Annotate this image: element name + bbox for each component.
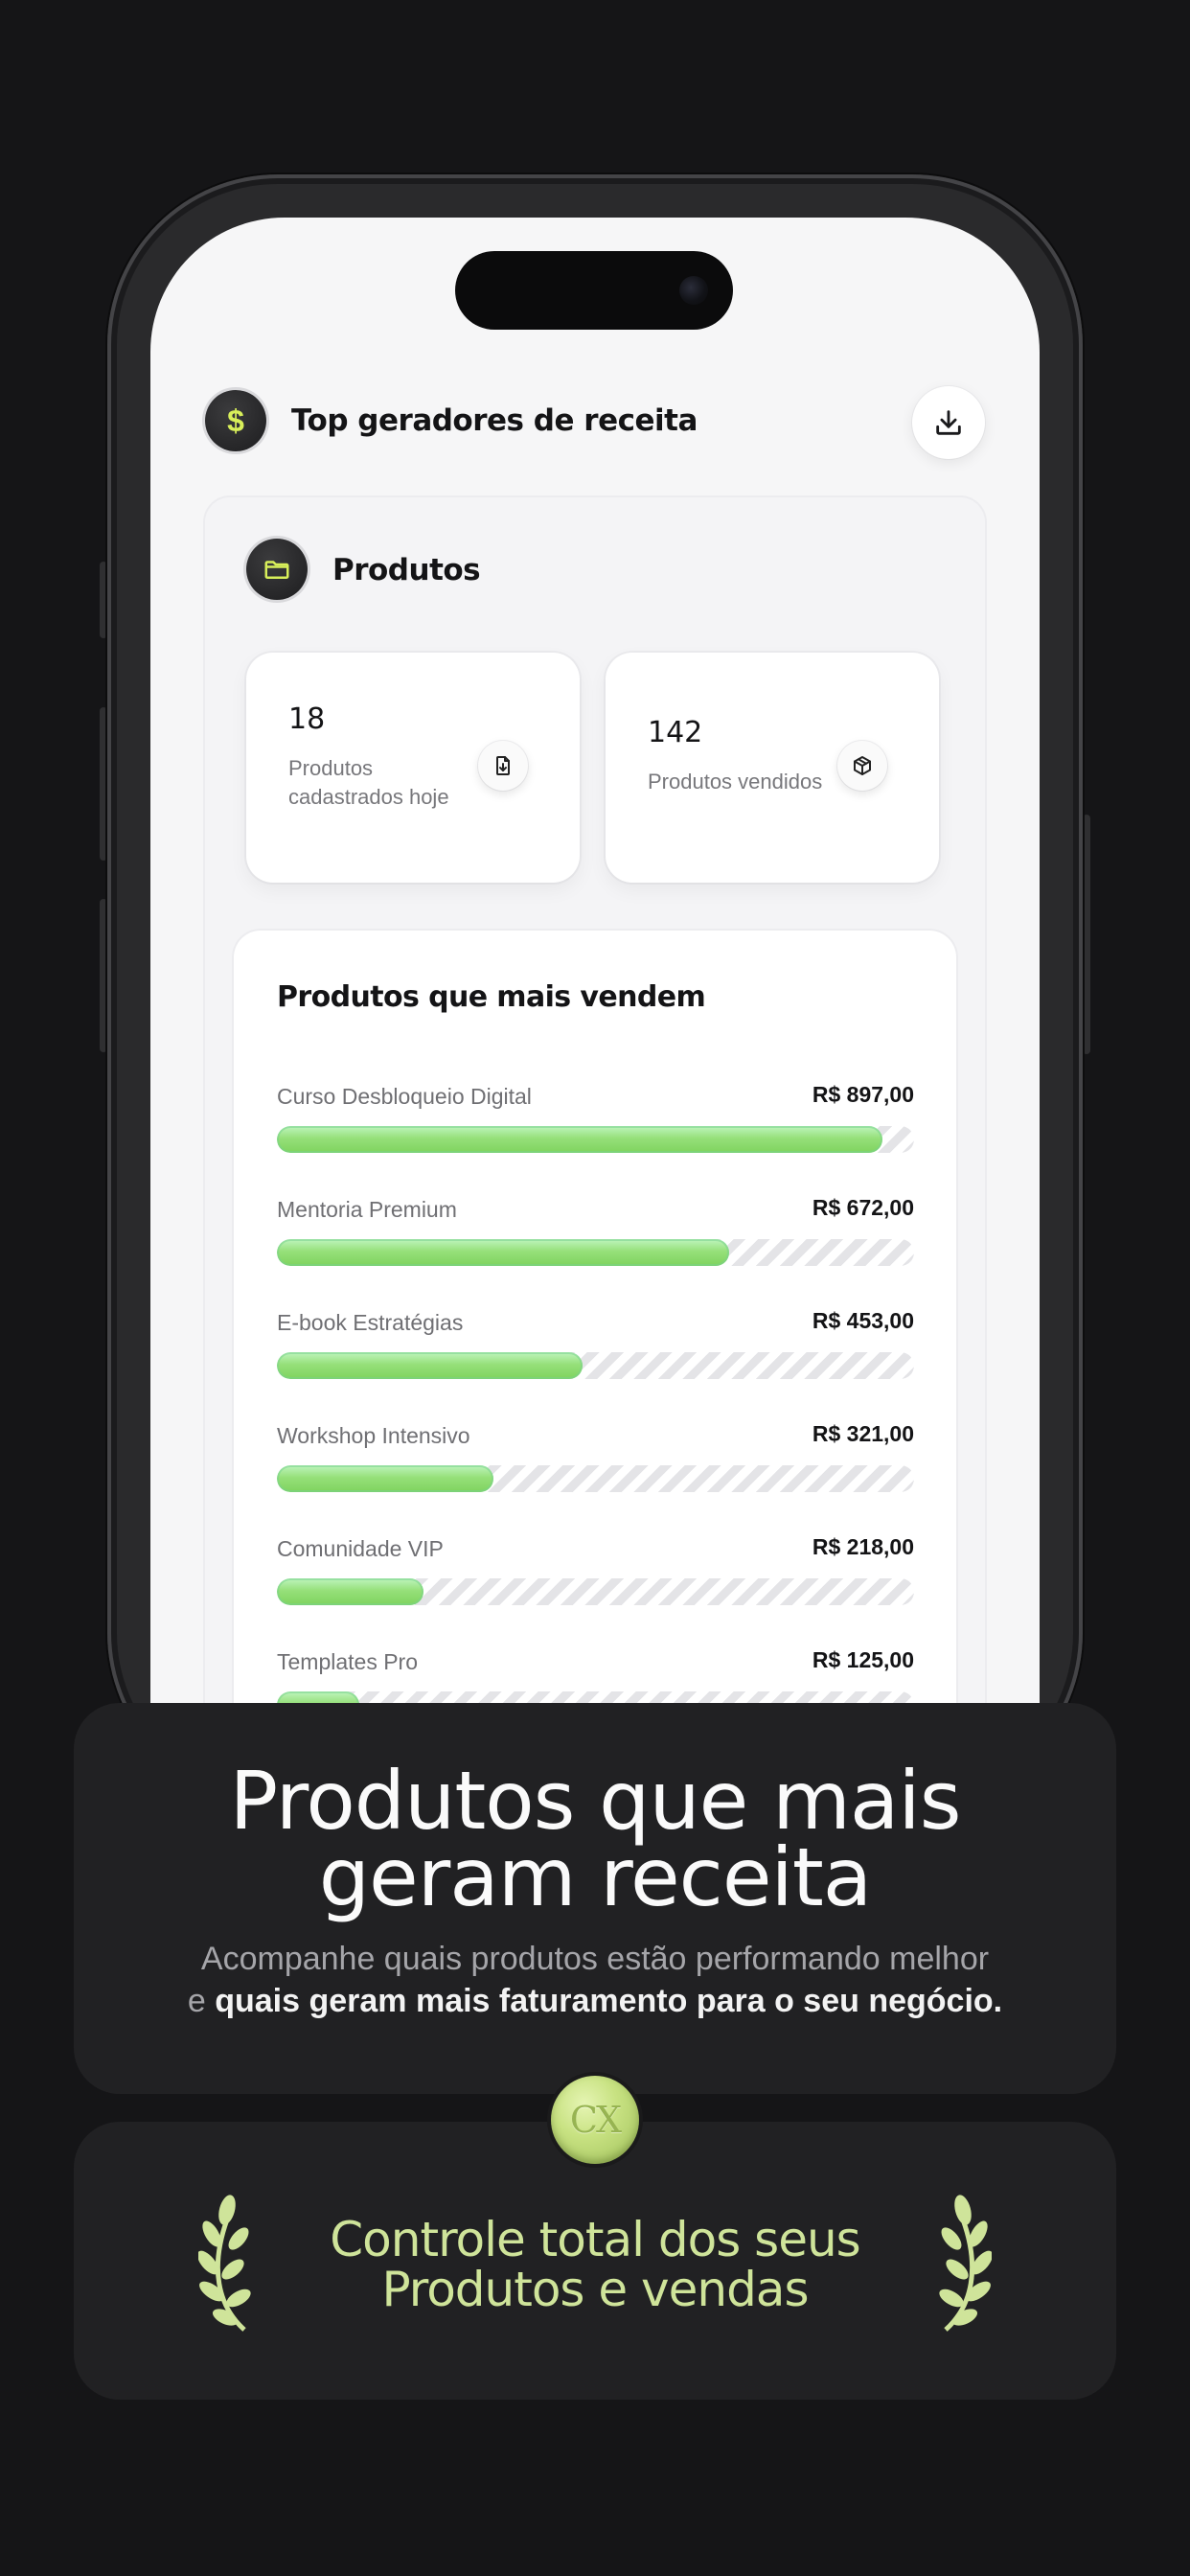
product-row[interactable]: E-book Estratégias R$ 453,00	[277, 1308, 914, 1396]
stat-value: 18	[288, 702, 326, 736]
folder-icon	[246, 539, 308, 600]
promo-subtitle: Acompanhe quais produtos estão performan…	[74, 1938, 1116, 2022]
stat-card-sold[interactable]: 142 Produtos vendidos	[606, 653, 939, 883]
product-name: Templates Pro	[277, 1649, 419, 1674]
stat-label: Produtos vendidos	[648, 770, 823, 794]
products-card: Produtos 18 Produtos cadastrados hoje 14…	[205, 497, 985, 1847]
camera-icon	[679, 276, 708, 305]
product-revenue: R$ 672,00	[812, 1195, 914, 1220]
product-name: Mentoria Premium	[277, 1197, 457, 1222]
cx-coin-logo: CX	[551, 2076, 639, 2164]
promo-title-line-2: geram receita	[318, 1830, 873, 1924]
stat-card-registered-today[interactable]: 18 Produtos cadastrados hoje	[246, 653, 580, 883]
stat-value: 142	[648, 716, 703, 749]
coin-text: CX	[569, 2099, 622, 2141]
revenue-bar-fill	[277, 1239, 730, 1266]
product-row[interactable]: Comunidade VIP R$ 218,00	[277, 1534, 914, 1622]
product-revenue: R$ 125,00	[812, 1647, 914, 1672]
product-revenue: R$ 453,00	[812, 1308, 914, 1333]
product-name: E-book Estratégias	[277, 1310, 464, 1335]
product-revenue: R$ 897,00	[812, 1082, 914, 1107]
product-revenue: R$ 321,00	[812, 1421, 914, 1446]
revenue-bar-fill	[277, 1465, 494, 1492]
promo-banner: Produtos que mais geram receita Acompanh…	[74, 1703, 1116, 2094]
promo-title: Produtos que mais geram receita	[74, 1754, 1116, 1924]
promo-subtitle-line-1: Acompanhe quais produtos estão performan…	[200, 1941, 990, 1977]
download-icon	[936, 410, 961, 435]
product-name: Comunidade VIP	[277, 1536, 444, 1561]
product-row[interactable]: Curso Desbloqueio Digital R$ 897,00	[277, 1082, 914, 1170]
product-name: Workshop Intensivo	[277, 1423, 470, 1448]
revenue-bar-fill	[277, 1126, 882, 1153]
product-revenue: R$ 218,00	[812, 1534, 914, 1559]
top-sellers-title: Produtos que mais vendem	[277, 980, 706, 1014]
laurel-right-icon	[939, 2195, 992, 2332]
dynamic-island	[455, 251, 733, 330]
download-button[interactable]	[912, 386, 985, 459]
volume-down-button	[100, 899, 107, 1052]
box-icon	[837, 741, 887, 791]
product-name: Curso Desbloqueio Digital	[277, 1084, 532, 1109]
products-title: Produtos	[332, 553, 481, 587]
product-row[interactable]: Workshop Intensivo R$ 321,00	[277, 1421, 914, 1509]
power-button	[1083, 815, 1090, 1054]
promo-subtitle-line-2: e quais geram mais faturamento para o se…	[74, 1980, 1116, 2022]
promo-subtitle-prefix: e	[187, 1983, 216, 2019]
revenue-bar-fill	[277, 1352, 584, 1379]
revenue-bar-track	[277, 1465, 914, 1492]
revenue-bar-track	[277, 1578, 914, 1605]
promo-title-line-1: Produtos que mais	[229, 1754, 962, 1848]
promo-subtitle-bold: quais geram mais faturamento para o seu …	[215, 1983, 1003, 2019]
action-button	[100, 562, 107, 638]
product-row[interactable]: Mentoria Premium R$ 672,00	[277, 1195, 914, 1283]
revenue-bar-track	[277, 1239, 914, 1266]
stat-label: Produtos cadastrados hoje	[288, 756, 449, 809]
revenue-bar-fill	[277, 1578, 423, 1605]
section-header: $ Top geradores de receita	[205, 386, 985, 459]
volume-up-button	[100, 707, 107, 861]
revenue-bar-track	[277, 1126, 914, 1153]
section-title: Top geradores de receita	[291, 403, 698, 438]
revenue-bar-track	[277, 1352, 914, 1379]
file-download-icon	[478, 741, 528, 791]
dollar-icon: $	[205, 390, 266, 451]
phone-screen: $ Top geradores de receita Produtos 18 P…	[150, 218, 1040, 1847]
